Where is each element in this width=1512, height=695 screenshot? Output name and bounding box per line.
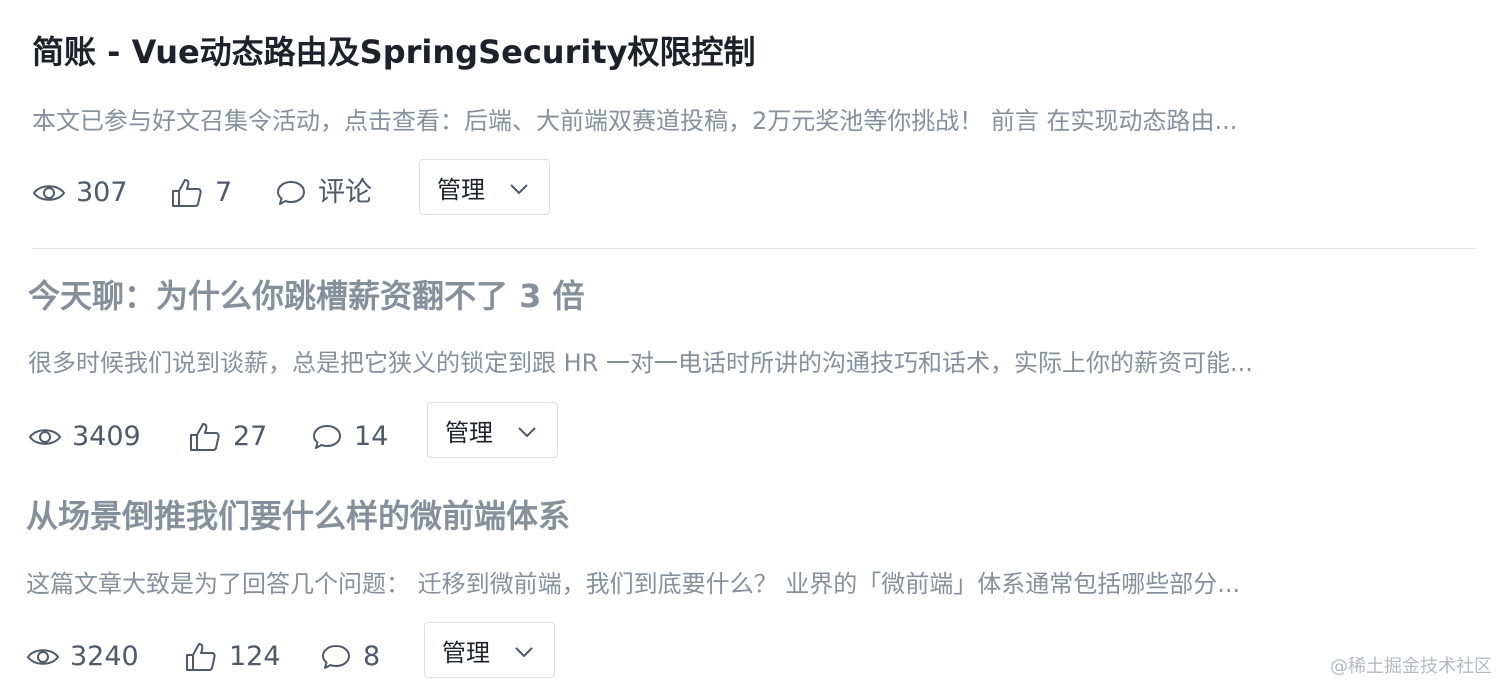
article-title[interactable]: 今天聊：为什么你跳槽薪资翻不了 3 倍 xyxy=(28,276,585,316)
comment-count-value: 14 xyxy=(354,421,389,452)
eye-icon xyxy=(32,181,66,205)
eye-icon xyxy=(28,425,62,449)
comment-count[interactable]: 14 xyxy=(312,420,388,454)
comment-icon xyxy=(321,643,351,671)
view-count: 307 xyxy=(32,176,128,210)
view-count-value: 3240 xyxy=(70,641,139,672)
like-count[interactable]: 27 xyxy=(189,420,267,454)
comment-count[interactable]: 8 xyxy=(321,640,380,674)
view-count-value: 307 xyxy=(76,177,128,208)
comment-icon xyxy=(276,179,306,207)
article-abstract[interactable]: 很多时候我们说到谈薪，总是把它狭义的锁定到跟 HR 一对一电话时所讲的沟通技巧和… xyxy=(28,346,1468,380)
article-abstract[interactable]: 这篇文章大致是为了回答几个问题： 迁移到微前端，我们到底要什么？ 业界的「微前端… xyxy=(26,567,1466,601)
like-count-value: 124 xyxy=(229,641,281,672)
manage-dropdown-button[interactable]: 管理 xyxy=(419,159,550,215)
chevron-down-icon xyxy=(517,416,537,444)
like-count[interactable]: 124 xyxy=(185,640,281,674)
comment-icon xyxy=(312,423,342,451)
article-abstract[interactable]: 本文已参与好文召集令活动，点击查看：后端、大前端双赛道投稿，2万元奖池等你挑战！… xyxy=(32,104,1472,138)
thumbs-up-icon xyxy=(185,642,217,672)
chevron-down-icon xyxy=(509,173,529,201)
thumbs-up-icon xyxy=(171,178,203,208)
manage-button-label: 管理 xyxy=(437,175,485,204)
comment-count-value: 评论 xyxy=(318,177,372,208)
like-count-value: 27 xyxy=(233,421,268,452)
thumbs-up-icon xyxy=(189,422,221,452)
eye-icon xyxy=(26,645,60,669)
view-count-value: 3409 xyxy=(72,421,141,452)
like-count-value: 7 xyxy=(215,177,233,208)
like-count[interactable]: 7 xyxy=(171,176,232,210)
view-count: 3409 xyxy=(28,420,141,454)
article-title[interactable]: 简账 - Vue动态路由及SpringSecurity权限控制 xyxy=(32,32,755,72)
view-count: 3240 xyxy=(26,640,139,674)
comment-count[interactable]: 评论 xyxy=(276,176,372,210)
watermark: @稀土掘金技术社区 xyxy=(1330,656,1492,677)
manage-button-label: 管理 xyxy=(442,638,490,667)
manage-dropdown-button[interactable]: 管理 xyxy=(427,402,558,458)
divider xyxy=(32,248,1476,249)
manage-dropdown-button[interactable]: 管理 xyxy=(424,622,555,678)
manage-button-label: 管理 xyxy=(445,418,493,447)
article-title[interactable]: 从场景倒推我们要什么样的微前端体系 xyxy=(26,496,570,536)
comment-count-value: 8 xyxy=(363,641,381,672)
chevron-down-icon xyxy=(514,636,534,664)
